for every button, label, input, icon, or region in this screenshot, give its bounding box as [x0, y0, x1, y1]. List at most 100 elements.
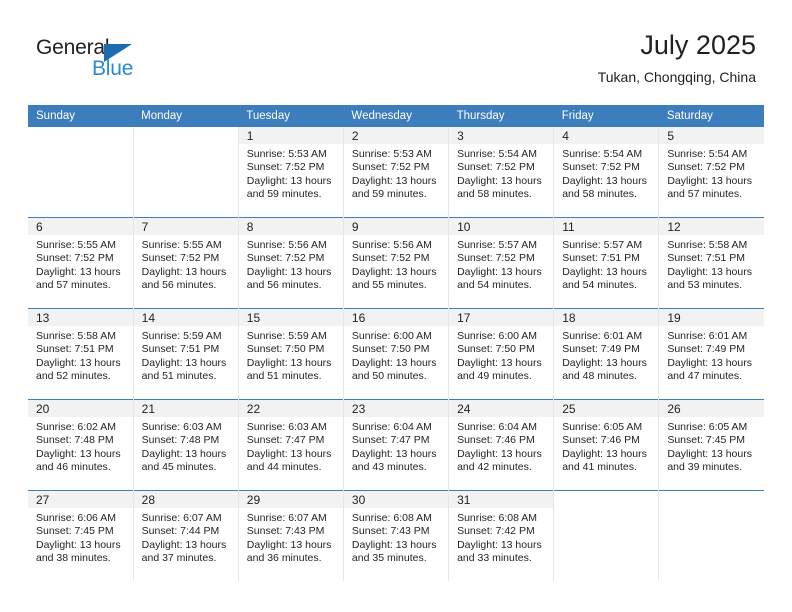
calendar-day-cell[interactable]: 15 Sunrise: 5:59 AM Sunset: 7:50 PM Dayligh…	[237, 308, 344, 400]
sunrise-text: Sunrise: 5:56 AM	[246, 239, 327, 251]
calendar-day-cell[interactable]: 27 Sunrise: 6:06 AM Sunset: 7:45 PM Dayligh…	[28, 490, 134, 581]
calendar-day-cell[interactable]: 29 Sunrise: 6:07 AM Sunset: 7:43 PM Dayligh…	[237, 490, 344, 581]
calendar-day-cell[interactable]: 23 Sunrise: 6:04 AM Sunset: 7:47 PM Dayligh…	[342, 399, 449, 491]
calendar-day-cell[interactable]: 9 Sunrise: 5:56 AM Sunset: 7:52 PM Daylight…	[342, 217, 449, 309]
day-number: 10	[449, 218, 554, 235]
calendar-day-cell[interactable]: 31 Sunrise: 6:08 AM Sunset: 7:42 PM Dayligh…	[448, 490, 554, 581]
daylight-text-line1: Daylight: 13 hours	[36, 265, 121, 278]
calendar-day-cell[interactable]: 22 Sunrise: 6:03 AM Sunset: 7:47 PM Dayligh…	[237, 399, 344, 491]
page-title: July 2025	[640, 30, 756, 60]
sunset-text: Sunset: 7:47 PM	[246, 434, 325, 447]
daylight-text-line2: and 55 minutes.	[351, 279, 427, 292]
daylight-text-line1: Daylight: 13 hours	[667, 447, 752, 460]
calendar-day-cell[interactable]: 16 Sunrise: 6:00 AM Sunset: 7:50 PM Dayligh…	[342, 308, 449, 400]
calendar-day-cell[interactable]: 14 Sunrise: 5:59 AM Sunset: 7:51 PM Dayligh…	[132, 308, 239, 400]
brand-logo[interactable]: General Blue	[36, 36, 216, 88]
day-details: Sunrise: 6:07 AM Sunset: 7:44 PM Daylight:…	[134, 508, 238, 566]
calendar-day-cell[interactable]: 7 Sunrise: 5:55 AM Sunset: 7:52 PM Daylight…	[132, 217, 239, 309]
calendar-day-cell[interactable]: 25 Sunrise: 6:05 AM Sunset: 7:46 PM Dayligh…	[553, 399, 659, 491]
day-number: 22	[238, 400, 343, 417]
day-number: 31	[449, 491, 554, 508]
daylight-text-line2: and 45 minutes.	[141, 461, 217, 474]
daylight-text-line2: and 56 minutes.	[141, 279, 217, 292]
calendar-day-cell[interactable]: 20 Sunrise: 6:02 AM Sunset: 7:48 PM Dayligh…	[28, 399, 134, 491]
sunset-text: Sunset: 7:48 PM	[141, 434, 220, 447]
calendar-day-cell[interactable]: 12 Sunrise: 5:58 AM Sunset: 7:51 PM Dayligh…	[658, 217, 764, 309]
calendar-week-row: 1 Sunrise: 5:53 AM Sunset: 7:52 PM Daylight…	[28, 127, 764, 218]
daylight-text-line2: and 39 minutes.	[667, 461, 743, 474]
day-details: Sunrise: 6:00 AM Sunset: 7:50 PM Daylight:…	[449, 326, 553, 384]
day-details: Sunrise: 6:01 AM Sunset: 7:49 PM Daylight:…	[659, 326, 764, 384]
sunrise-text: Sunrise: 5:54 AM	[667, 148, 748, 160]
day-number	[133, 127, 238, 144]
calendar-day-cell[interactable]: 11 Sunrise: 5:57 AM Sunset: 7:51 PM Dayligh…	[553, 217, 659, 309]
calendar-day-cell[interactable]: 13 Sunrise: 5:58 AM Sunset: 7:51 PM Dayligh…	[28, 308, 134, 400]
calendar-day-cell[interactable]: 26 Sunrise: 6:05 AM Sunset: 7:45 PM Dayligh…	[658, 399, 764, 491]
day-details: Sunrise: 5:54 AM Sunset: 7:52 PM Daylight:…	[554, 144, 658, 202]
sunset-text: Sunset: 7:51 PM	[141, 343, 220, 356]
calendar-day-cell[interactable]: 10 Sunrise: 5:57 AM Sunset: 7:52 PM Dayligh…	[448, 217, 554, 309]
calendar-day-cell[interactable]: 8 Sunrise: 5:56 AM Sunset: 7:52 PM Daylight…	[237, 217, 344, 309]
daylight-text-line2: and 59 minutes.	[246, 188, 322, 201]
calendar-body: 1 Sunrise: 5:53 AM Sunset: 7:52 PM Daylight…	[28, 127, 764, 581]
calendar-day-cell[interactable]: 18 Sunrise: 6:01 AM Sunset: 7:49 PM Dayligh…	[553, 308, 659, 400]
day-details: Sunrise: 5:58 AM Sunset: 7:51 PM Daylight:…	[659, 235, 764, 293]
weekday-header-monday: Monday	[133, 105, 239, 127]
day-number	[554, 491, 659, 508]
day-number: 18	[554, 309, 659, 326]
daylight-text-line2: and 49 minutes.	[457, 370, 532, 383]
daylight-text-line2: and 47 minutes.	[667, 370, 743, 383]
day-details: Sunrise: 6:08 AM Sunset: 7:43 PM Daylight:…	[344, 508, 448, 566]
calendar-empty-cell	[28, 127, 134, 218]
calendar-day-cell[interactable]: 5 Sunrise: 5:54 AM Sunset: 7:52 PM Daylight…	[658, 127, 764, 218]
calendar-day-cell[interactable]: 4 Sunrise: 5:54 AM Sunset: 7:52 PM Daylight…	[553, 127, 659, 218]
sunrise-text: Sunrise: 6:05 AM	[562, 421, 643, 433]
daylight-text-line2: and 53 minutes.	[667, 279, 743, 292]
sunrise-text: Sunrise: 6:04 AM	[457, 421, 538, 433]
sunrise-text: Sunrise: 6:06 AM	[36, 512, 116, 524]
sunset-text: Sunset: 7:52 PM	[457, 161, 535, 174]
sunset-text: Sunset: 7:52 PM	[351, 252, 430, 265]
day-number: 19	[659, 309, 764, 326]
day-number: 16	[343, 309, 449, 326]
sunrise-text: Sunrise: 6:05 AM	[667, 421, 748, 433]
day-details: Sunrise: 6:04 AM Sunset: 7:46 PM Daylight:…	[449, 417, 553, 475]
daylight-text-line1: Daylight: 13 hours	[36, 356, 121, 369]
calendar-day-cell[interactable]: 1 Sunrise: 5:53 AM Sunset: 7:52 PM Daylight…	[237, 127, 344, 218]
sunset-text: Sunset: 7:52 PM	[141, 252, 220, 265]
day-number: 11	[554, 218, 659, 235]
calendar-day-cell[interactable]: 24 Sunrise: 6:04 AM Sunset: 7:46 PM Dayligh…	[448, 399, 554, 491]
day-details: Sunrise: 6:01 AM Sunset: 7:49 PM Daylight:…	[554, 326, 658, 384]
daylight-text-line2: and 56 minutes.	[246, 279, 322, 292]
day-number: 3	[449, 127, 554, 144]
calendar-day-cell[interactable]: 2 Sunrise: 5:53 AM Sunset: 7:52 PM Daylight…	[342, 127, 449, 218]
calendar-day-cell[interactable]: 17 Sunrise: 6:00 AM Sunset: 7:50 PM Dayligh…	[448, 308, 554, 400]
calendar-day-cell[interactable]: 3 Sunrise: 5:54 AM Sunset: 7:52 PM Daylight…	[448, 127, 554, 218]
weekday-header-saturday: Saturday	[658, 105, 764, 127]
calendar-day-cell[interactable]: 30 Sunrise: 6:08 AM Sunset: 7:43 PM Dayligh…	[342, 490, 449, 581]
day-details: Sunrise: 5:58 AM Sunset: 7:51 PM Daylight:…	[28, 326, 133, 384]
daylight-text-line1: Daylight: 13 hours	[562, 447, 647, 460]
sunset-text: Sunset: 7:46 PM	[457, 434, 535, 447]
calendar-day-cell[interactable]: 21 Sunrise: 6:03 AM Sunset: 7:48 PM Dayligh…	[132, 399, 239, 491]
daylight-text-line1: Daylight: 13 hours	[457, 174, 542, 187]
day-number	[659, 491, 764, 508]
daylight-text-line2: and 50 minutes.	[351, 370, 427, 383]
calendar-day-cell[interactable]: 28 Sunrise: 6:07 AM Sunset: 7:44 PM Dayligh…	[132, 490, 239, 581]
day-number: 9	[343, 218, 449, 235]
sunset-text: Sunset: 7:52 PM	[246, 161, 325, 174]
daylight-text-line2: and 54 minutes.	[457, 279, 532, 292]
day-details	[134, 144, 238, 148]
day-number: 26	[659, 400, 764, 417]
daylight-text-line1: Daylight: 13 hours	[246, 265, 332, 278]
day-details: Sunrise: 5:55 AM Sunset: 7:52 PM Daylight:…	[28, 235, 133, 293]
calendar-day-cell[interactable]: 6 Sunrise: 5:55 AM Sunset: 7:52 PM Daylight…	[28, 217, 134, 309]
daylight-text-line1: Daylight: 13 hours	[246, 356, 332, 369]
day-details: Sunrise: 5:55 AM Sunset: 7:52 PM Daylight:…	[134, 235, 238, 293]
calendar-day-cell[interactable]: 19 Sunrise: 6:01 AM Sunset: 7:49 PM Dayligh…	[658, 308, 764, 400]
daylight-text-line1: Daylight: 13 hours	[457, 538, 542, 551]
calendar-empty-cell	[658, 490, 764, 581]
daylight-text-line2: and 38 minutes.	[36, 552, 111, 565]
daylight-text-line1: Daylight: 13 hours	[457, 265, 542, 278]
sunset-text: Sunset: 7:43 PM	[246, 525, 325, 538]
